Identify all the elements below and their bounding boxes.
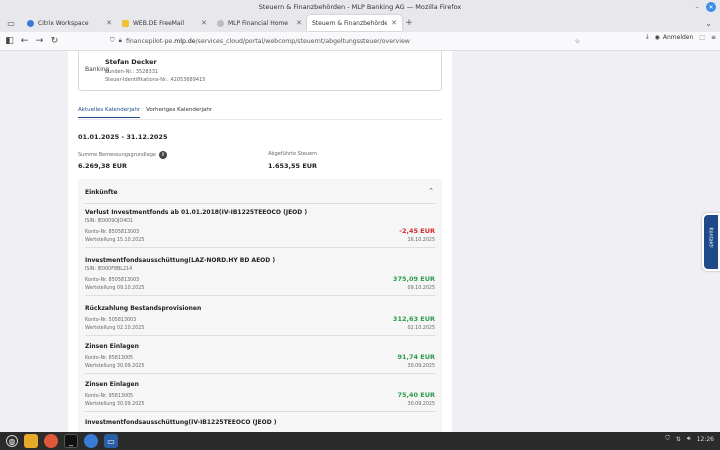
divider: [85, 247, 435, 248]
tab-close-icon[interactable]: ✕: [391, 19, 397, 27]
tab-overview-icon[interactable]: ▭: [0, 19, 22, 28]
tab-webde[interactable]: WEB.DE FreeMail ✕: [117, 15, 212, 31]
tab-mlp-home[interactable]: MLP Financial Home ✕: [212, 15, 307, 31]
citrix-icon[interactable]: [84, 434, 98, 448]
tax-id-number: Steuer-Identifikations-Nr.: 42053689415: [105, 77, 206, 83]
tab-label: Steuern & Finanzbehörden - M: [312, 19, 388, 27]
amount: 312,63 EUR: [392, 315, 435, 323]
divider: [85, 411, 435, 412]
tab-label: WEB.DE FreeMail: [133, 19, 184, 27]
system-tray: ⛉ ⇅ 🔊︎ 12:26: [665, 435, 714, 443]
window-title: Steuern & Finanzbehörden - MLP Banking A…: [258, 3, 462, 11]
kontakt-label: Kontakt: [708, 227, 715, 247]
contact-tab[interactable]: Kontakt ‹: [702, 213, 720, 271]
firefox-icon[interactable]: [44, 434, 58, 448]
amount: -2,45 EUR: [399, 227, 435, 235]
income-section: Einkünfte ⌃ Verlust Investmentfonds ab 0…: [78, 179, 442, 432]
network-icon[interactable]: ⇅: [676, 436, 681, 443]
signin-button[interactable]: ◉ Anmelden: [655, 34, 694, 41]
new-tab-button[interactable]: +: [402, 18, 416, 28]
account-icon: ◉: [654, 33, 660, 41]
list-item[interactable]: Rückzahlung Bestandsprovisionen Konto-Nr…: [85, 305, 435, 336]
divider: [85, 373, 435, 374]
forward-icon[interactable]: →: [32, 34, 47, 49]
divider: [85, 295, 435, 296]
shield-tray-icon[interactable]: ⛉: [665, 435, 670, 443]
window-titlebar: Steuern & Finanzbehörden - MLP Banking A…: [0, 0, 720, 14]
window-controls: – ✕: [692, 2, 716, 12]
tab-bar: ▭ Citrix Workspace ✕ WEB.DE FreeMail ✕ M…: [0, 14, 720, 32]
divider: [85, 335, 435, 336]
tab-close-icon[interactable]: ✕: [201, 19, 207, 27]
app-window-icon[interactable]: ▭: [104, 434, 118, 448]
amount: 375,09 EUR: [392, 275, 435, 283]
tab-citrix[interactable]: Citrix Workspace ✕: [22, 15, 117, 31]
citrix-favicon-icon: [27, 19, 34, 27]
income-header[interactable]: Einkünfte: [85, 189, 118, 196]
terminal-icon[interactable]: _: [64, 434, 78, 448]
customer-card: Banking Stefan Decker Kunden-Nr.: 352833…: [78, 51, 442, 91]
tab-previous-year[interactable]: Vorheriges Kalenderjahr: [146, 107, 212, 118]
toolbar-right: ⤓ ◉ Anmelden ⬚ ≡: [646, 33, 716, 41]
clock[interactable]: 12:26: [697, 436, 714, 443]
folder-icon[interactable]: [24, 434, 38, 448]
amount: 91,74 EUR: [397, 353, 435, 361]
customer-name: Stefan Decker: [105, 58, 157, 66]
minimize-button[interactable]: –: [692, 2, 702, 12]
download-icon[interactable]: ⤓: [646, 33, 649, 41]
menu-icon[interactable]: ≡: [711, 34, 716, 41]
tax-panel: Banking Stefan Decker Kunden-Nr.: 352833…: [68, 51, 452, 432]
webde-favicon-icon: [122, 19, 129, 27]
shield-icon: ⛉: [110, 37, 115, 44]
url-text: financepilot-pe.mlp.de/services_cloud/po…: [125, 37, 410, 45]
page-content: Banking Stefan Decker Kunden-Nr.: 352833…: [0, 51, 720, 432]
year-tabs: Aktuelles Kalenderjahr Vorheriges Kalend…: [78, 107, 212, 118]
tab-list-icon[interactable]: ⌄: [705, 19, 712, 28]
tab-current-year[interactable]: Aktuelles Kalenderjahr: [78, 107, 141, 118]
tab-label: Citrix Workspace: [38, 19, 89, 27]
close-window-button[interactable]: ✕: [706, 2, 716, 12]
url-bar[interactable]: ⛉ 🔒︎ financepilot-pe.mlp.de/services_clo…: [110, 34, 580, 48]
tab-steuern[interactable]: Steuern & Finanzbehörden - M ✕: [307, 15, 402, 31]
paid-tax-label: Abgeführte Steuern: [268, 151, 318, 157]
taskbar: ◍ _ ▭ ⛉ ⇅ 🔊︎ 12:26: [0, 432, 720, 450]
extensions-icon[interactable]: ⬚: [699, 34, 705, 41]
list-item[interactable]: Zinsen Einlagen Konto-Nr. 95813005 75,40 …: [85, 381, 435, 412]
volume-icon[interactable]: 🔊︎: [687, 435, 691, 443]
base-sum-value: 6.269,38 EUR: [78, 162, 128, 170]
lock-icon: 🔒︎: [118, 37, 122, 44]
info-icon[interactable]: i: [158, 151, 167, 159]
divider: [85, 203, 435, 204]
tab-close-icon[interactable]: ✕: [106, 19, 112, 27]
divider: [78, 119, 442, 120]
paid-tax-value: 1.653,55 EUR: [268, 162, 318, 170]
mint-menu-icon[interactable]: ◍: [6, 435, 18, 447]
tab-label: MLP Financial Home: [228, 19, 288, 27]
chevron-left-icon: ‹: [708, 246, 714, 248]
mlp-favicon-icon: [217, 19, 224, 27]
list-item[interactable]: Investmentfondsausschüttung(LAZ-NORD.HY …: [85, 257, 435, 296]
tab-close-icon[interactable]: ✕: [296, 19, 302, 27]
customer-number: Kunden-Nr.: 3528331: [105, 69, 159, 75]
back-icon[interactable]: ←: [17, 34, 32, 49]
sidebar-icon[interactable]: ◧: [2, 34, 17, 49]
base-sum-label: Summe Bemessungsgrundlage i: [78, 151, 167, 159]
date-range: 01.01.2025 - 31.12.2025: [78, 133, 168, 141]
amount: 75,40 EUR: [397, 391, 435, 399]
list-item[interactable]: Investmentfondsausschüttung(IV-IB1225TEE…: [85, 419, 435, 426]
reload-icon[interactable]: ↻: [47, 34, 62, 49]
chevron-up-icon[interactable]: ⌃: [428, 187, 434, 195]
navigation-bar: ◧ ← → ↻ ⛉ 🔒︎ financepilot-pe.mlp.de/serv…: [0, 32, 720, 51]
bookmark-star-icon[interactable]: ☆: [574, 38, 580, 45]
list-item[interactable]: Verlust Investmentfonds ab 01.01.2018(IV…: [85, 209, 435, 248]
list-item[interactable]: Zinsen Einlagen Konto-Nr. 85813005 91,74 …: [85, 343, 435, 374]
